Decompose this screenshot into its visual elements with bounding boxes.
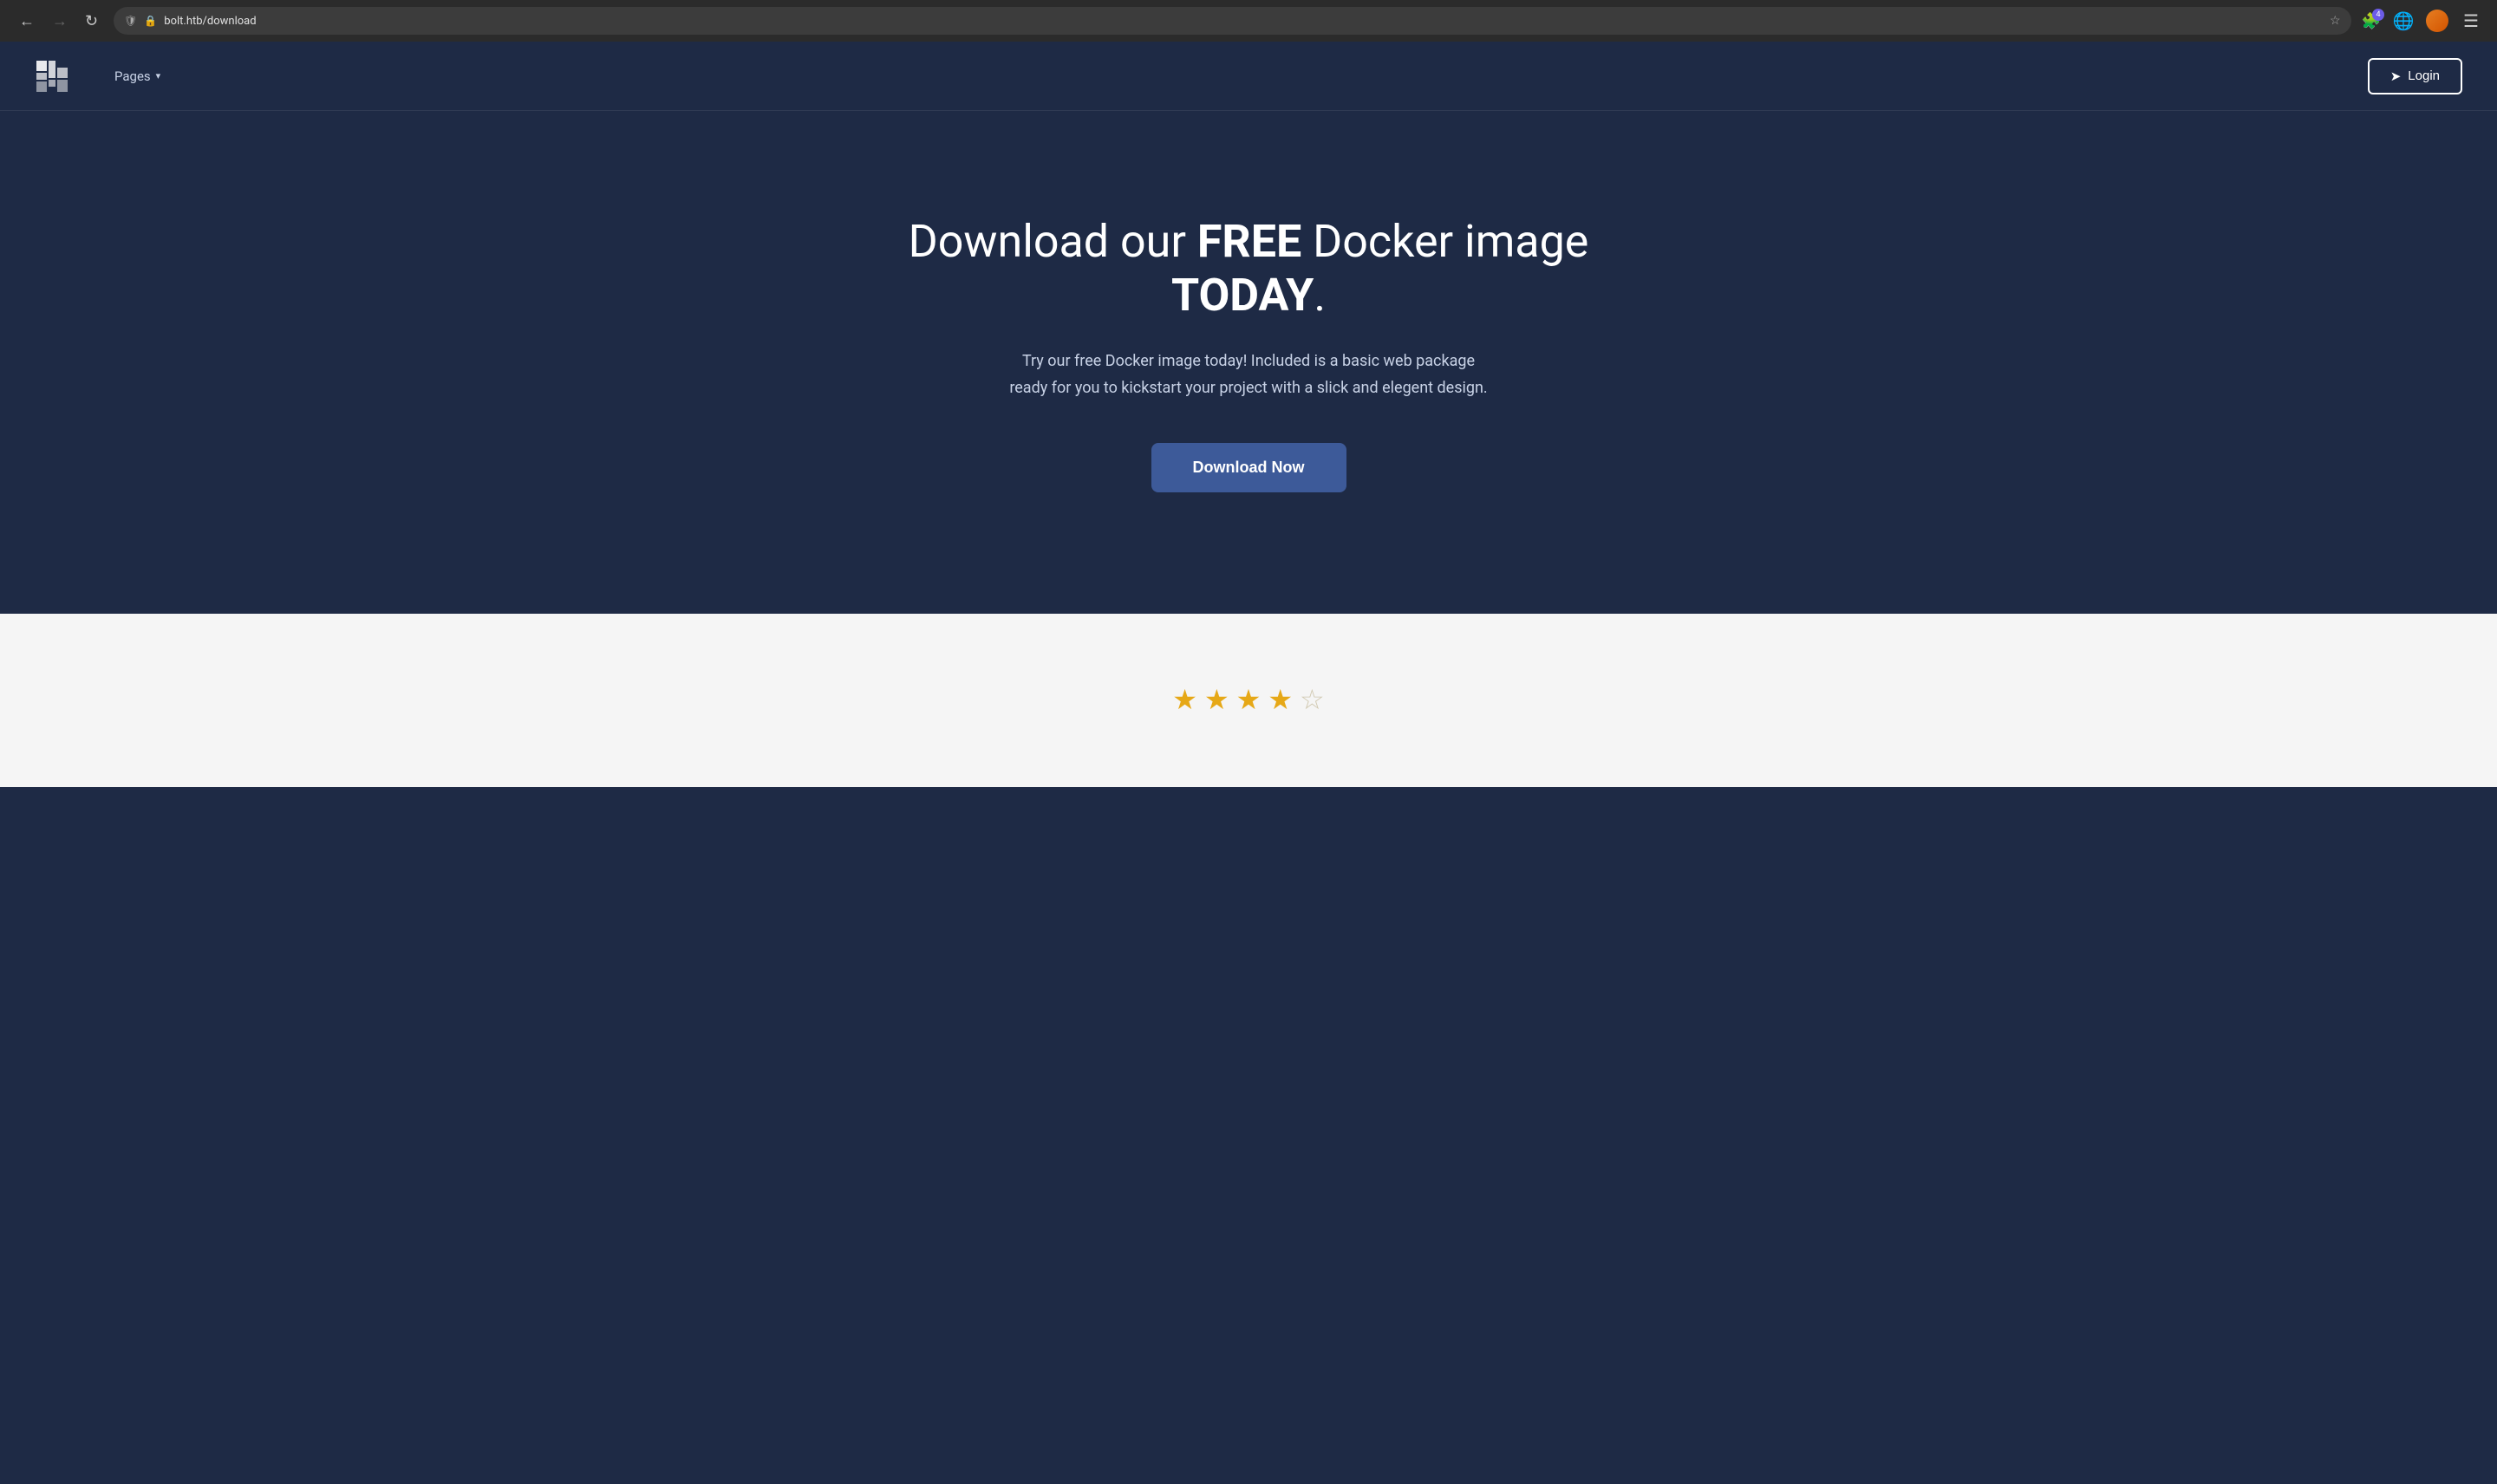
navbar-right: ➤ Login <box>2368 58 2462 94</box>
security-icon: 🛡 <box>124 15 137 27</box>
forward-button[interactable]: → <box>47 10 73 32</box>
hero-title-today: TODAY <box>1171 269 1314 322</box>
hero-title-free: FREE <box>1197 215 1301 268</box>
lock-icon: 🔒 <box>144 15 157 27</box>
reload-button[interactable]: ↻ <box>80 10 103 32</box>
nav-buttons: ← → ↻ <box>14 10 103 32</box>
browser-actions: 🧩 4 🌐 ☰ <box>2362 9 2483 33</box>
login-button[interactable]: ➤ Login <box>2368 58 2462 94</box>
extensions-icon[interactable]: 🧩 4 <box>2362 12 2381 30</box>
hero-title: Download our FREE Docker image TODAY. <box>902 215 1595 323</box>
star-4-half: ★ <box>1268 683 1293 716</box>
address-bar[interactable]: 🛡 🔒 bolt.htb/download ☆ <box>114 7 2350 35</box>
star-rating: ★ ★ ★ ★ ☆ <box>1172 683 1324 716</box>
logo[interactable] <box>35 59 69 94</box>
website-content: Pages ▾ ➤ Login Download our FREE Docker… <box>0 42 2497 1484</box>
chevron-down-icon: ▾ <box>156 70 161 81</box>
login-label: Login <box>2408 68 2440 83</box>
logo-icon <box>35 59 69 94</box>
notification-badge: 4 <box>2372 9 2384 21</box>
pages-menu-item[interactable]: Pages ▾ <box>104 62 171 91</box>
pages-label: Pages <box>114 68 151 84</box>
hero-title-start: Download our <box>909 215 1197 268</box>
bookmark-icon[interactable]: ☆ <box>2330 14 2341 28</box>
login-icon: ➤ <box>2390 68 2402 84</box>
hero-subtitle: Try our free Docker image today! Include… <box>1006 348 1491 401</box>
menu-button[interactable]: ☰ <box>2459 9 2483 33</box>
url-text: bolt.htb/download <box>164 15 256 28</box>
navbar: Pages ▾ ➤ Login <box>0 42 2497 111</box>
profile-icon-1[interactable]: 🌐 <box>2391 9 2416 33</box>
browser-chrome: ← → ↻ 🛡 🔒 bolt.htb/download ☆ 🧩 4 🌐 ☰ <box>0 0 2497 42</box>
star-5-empty: ☆ <box>1300 683 1325 716</box>
back-button[interactable]: ← <box>14 10 40 32</box>
star-2: ★ <box>1204 683 1229 716</box>
star-3: ★ <box>1236 683 1262 716</box>
hero-title-end: . <box>1314 269 1326 322</box>
nav-menu: Pages ▾ <box>104 62 171 91</box>
profile-avatar[interactable] <box>2426 10 2448 32</box>
white-section: ★ ★ ★ ★ ☆ <box>0 614 2497 787</box>
hero-title-middle: Docker image <box>1301 215 1588 268</box>
star-1: ★ <box>1172 683 1197 716</box>
download-now-button[interactable]: Download Now <box>1151 443 1346 492</box>
hero-section: Download our FREE Docker image TODAY. Tr… <box>0 111 2497 614</box>
